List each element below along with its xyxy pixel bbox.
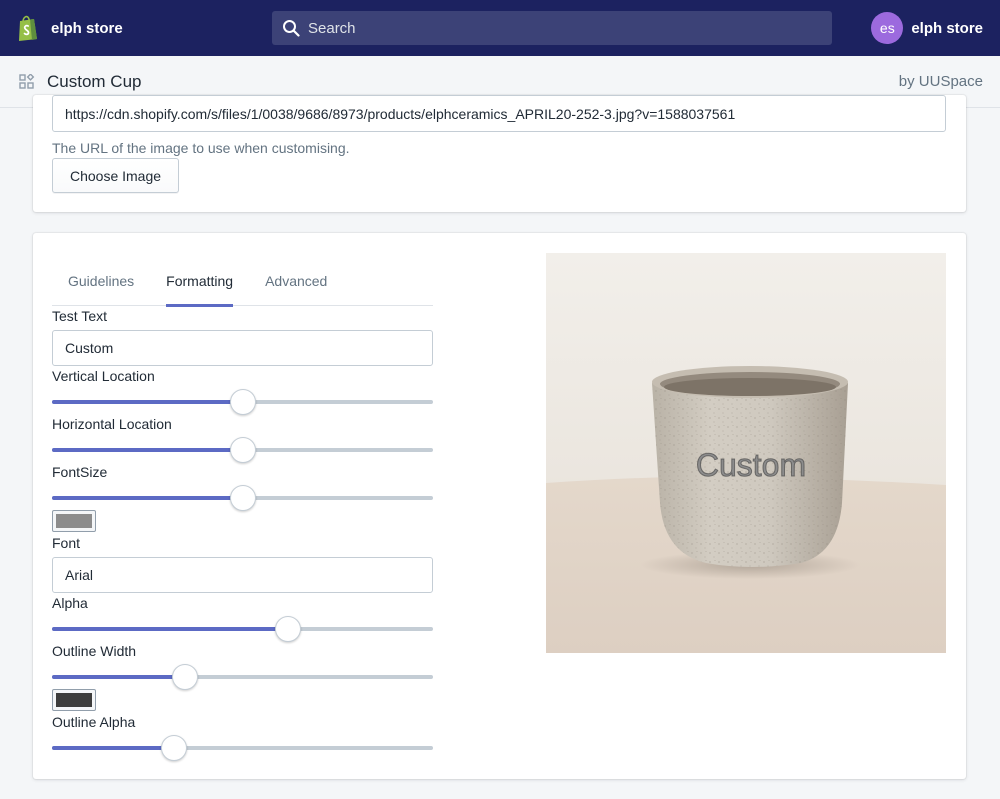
outline-alpha-slider[interactable] bbox=[52, 735, 433, 761]
app-title: Custom Cup bbox=[47, 71, 142, 91]
outline-color-swatch[interactable] bbox=[52, 689, 96, 711]
font-color-swatch[interactable] bbox=[52, 510, 96, 532]
tab-guidelines[interactable]: Guidelines bbox=[52, 256, 150, 306]
slider-thumb[interactable] bbox=[229, 389, 256, 415]
global-search[interactable] bbox=[272, 11, 832, 45]
fontsize-label: FontSize bbox=[52, 464, 108, 480]
account-menu[interactable]: es elph store bbox=[871, 12, 983, 44]
image-settings-card: The URL of the image to use when customi… bbox=[33, 95, 966, 212]
horizontal-location-label: Horizontal Location bbox=[52, 416, 172, 432]
font-color-fill bbox=[56, 514, 92, 528]
outline-width-label: Outline Width bbox=[52, 643, 137, 659]
outline-alpha-label: Outline Alpha bbox=[52, 714, 136, 730]
fontsize-slider[interactable] bbox=[52, 485, 433, 511]
app-author[interactable]: by UUSpace bbox=[899, 73, 983, 90]
outline-width-slider[interactable] bbox=[52, 664, 433, 690]
horizontal-location-slider[interactable] bbox=[52, 437, 433, 463]
slider-thumb[interactable] bbox=[172, 664, 199, 690]
vertical-location-slider[interactable] bbox=[52, 389, 433, 415]
customisation-card: Guidelines Formatting Advanced Test Text… bbox=[33, 233, 966, 779]
tab-formatting[interactable]: Formatting bbox=[150, 256, 249, 307]
image-url-field[interactable] bbox=[52, 95, 946, 132]
apps-icon[interactable] bbox=[19, 73, 35, 90]
font-input[interactable] bbox=[52, 557, 433, 593]
settings-tabs: Guidelines Formatting Advanced bbox=[52, 256, 433, 307]
alpha-slider[interactable] bbox=[52, 616, 433, 642]
slider-thumb[interactable] bbox=[229, 485, 256, 511]
outline-color-fill bbox=[56, 693, 92, 707]
search-input[interactable] bbox=[308, 19, 808, 37]
test-text-label: Test Text bbox=[52, 308, 107, 324]
top-bar: elph store es elph store bbox=[0, 0, 1000, 56]
preview-overlay-text: Custom bbox=[696, 447, 806, 483]
shopify-bag-icon bbox=[15, 14, 41, 42]
image-url-help-text: The URL of the image to use when customi… bbox=[52, 140, 350, 156]
vertical-location-label: Vertical Location bbox=[52, 368, 155, 384]
store-name: elph store bbox=[51, 19, 123, 37]
font-label: Font bbox=[52, 535, 81, 551]
choose-image-button[interactable]: Choose Image bbox=[52, 158, 179, 193]
account-name: elph store bbox=[911, 19, 983, 37]
tab-advanced[interactable]: Advanced bbox=[249, 256, 343, 306]
slider-thumb[interactable] bbox=[229, 437, 256, 463]
slider-thumb[interactable] bbox=[275, 616, 302, 642]
store-brand[interactable]: elph store bbox=[15, 14, 123, 42]
product-preview-image: Custom bbox=[546, 253, 946, 653]
search-icon bbox=[283, 20, 300, 37]
test-text-input[interactable] bbox=[52, 330, 433, 366]
alpha-label: Alpha bbox=[52, 595, 88, 611]
slider-thumb[interactable] bbox=[160, 735, 187, 761]
avatar: es bbox=[871, 12, 904, 44]
